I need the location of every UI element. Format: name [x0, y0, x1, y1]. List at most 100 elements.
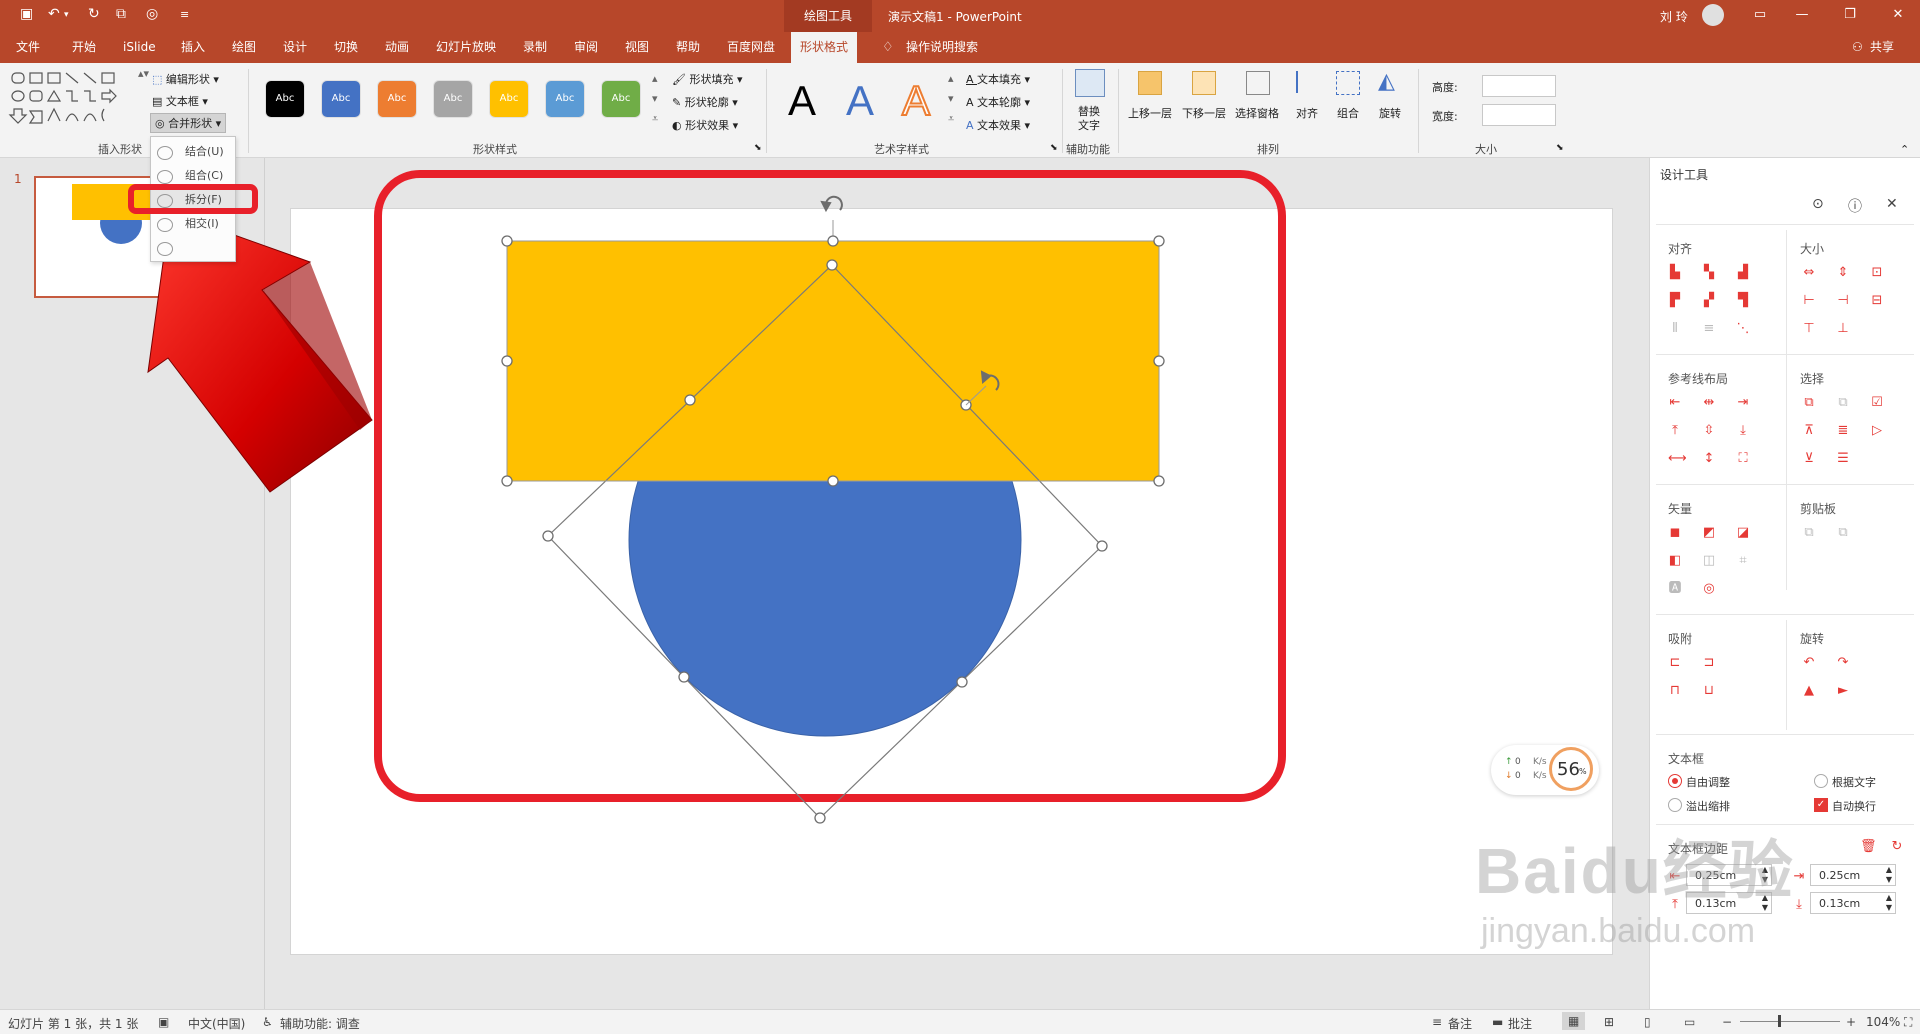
align-middle-icon[interactable]: ▞	[1702, 294, 1716, 308]
distribute-vertical-icon[interactable]: ≡	[1702, 322, 1716, 336]
stretch-bottom-icon[interactable]: ⊥	[1836, 322, 1850, 336]
watermark-url: jingyan.baidu.com	[1481, 912, 1756, 950]
overflow-radio[interactable]	[1668, 798, 1682, 812]
same-size-icon[interactable]: ⊡	[1870, 266, 1884, 280]
stretch-both-icon[interactable]: ⊟	[1870, 294, 1884, 308]
distribute-diagonal-icon[interactable]: ⋱	[1736, 322, 1750, 336]
select-stack-icon[interactable]: ☰	[1836, 452, 1850, 466]
distribute-horizontal-icon[interactable]: ⦀	[1668, 322, 1682, 336]
copy-icon[interactable]: ⧉	[1802, 526, 1816, 540]
section-select: 选择	[1800, 372, 1825, 386]
snap-right-icon[interactable]: ⊐	[1702, 656, 1716, 670]
select-layer-icon[interactable]: ≣	[1836, 424, 1850, 438]
select-similar-icon[interactable]: ⧉	[1802, 396, 1816, 410]
flip-vertical-icon[interactable]: ►	[1836, 684, 1850, 698]
accessibility-status[interactable]: 辅助功能: 调查	[280, 1015, 360, 1032]
spinner-arrows-icon[interactable]: ▲ ▼	[1886, 893, 1892, 913]
margin-bottom-input[interactable]: 0.13cm ▲ ▼	[1810, 892, 1896, 914]
guide-left-icon[interactable]: ⇤	[1668, 396, 1682, 410]
guide-top-icon[interactable]: ⤒	[1668, 424, 1682, 438]
combine-icon	[157, 170, 173, 184]
slideshow-icon[interactable]: ▭	[1684, 1015, 1695, 1029]
menu-item-subtract[interactable]	[151, 237, 235, 259]
stretch-top-icon[interactable]: ⊤	[1802, 322, 1816, 336]
snap-left-icon[interactable]: ⊏	[1668, 656, 1682, 670]
zoom-level[interactable]: 104%	[1866, 1015, 1900, 1029]
download-unit: K/s	[1533, 771, 1547, 781]
notes-icon[interactable]: ≡	[1432, 1015, 1442, 1029]
zoom-slider-thumb[interactable]	[1778, 1015, 1781, 1027]
fragment-highlight-box	[128, 184, 258, 214]
spellcheck-icon[interactable]: ▣	[158, 1015, 169, 1029]
help-icon[interactable]: ⓘ	[1848, 196, 1862, 216]
stretch-left-icon[interactable]: ⊢	[1802, 294, 1816, 308]
margin-right-input[interactable]: 0.25cm ▲ ▼	[1810, 864, 1896, 886]
vector-combine-icon[interactable]: ◫	[1702, 554, 1716, 568]
select-top-icon[interactable]: ⊼	[1802, 424, 1816, 438]
fit-text-radio[interactable]	[1814, 774, 1828, 788]
vector-intersect-icon[interactable]: ◪	[1736, 526, 1750, 540]
fit-slide-icon[interactable]: ⛶	[1904, 1015, 1912, 1030]
upload-unit: K/s	[1533, 757, 1547, 767]
same-width-icon[interactable]: ⇔	[1802, 266, 1816, 280]
normal-view-icon[interactable]: ▦	[1562, 1012, 1586, 1030]
select-same-icon[interactable]: ⧉	[1836, 396, 1850, 410]
align-bottom-icon[interactable]: ▜	[1736, 294, 1750, 308]
vector-points-icon[interactable]: ⌗	[1736, 554, 1750, 568]
vector-union-icon[interactable]: ◼	[1668, 526, 1682, 540]
section-rotate: 旋转	[1800, 632, 1825, 646]
intersect-icon	[157, 218, 173, 232]
comments-icon[interactable]: ▬	[1492, 1015, 1503, 1029]
menu-item-intersect[interactable]: 相交(I)	[151, 213, 235, 235]
align-left-icon[interactable]: ▙	[1668, 266, 1682, 280]
rotate-left-icon[interactable]: ↶	[1802, 656, 1816, 670]
delete-icon[interactable]: 🗑	[1860, 840, 1877, 854]
status-bar: 幻灯片 第 1 张，共 1 张 ▣ 中文(中国) ♿ 辅助功能: 调查 ≡ 备注…	[0, 1009, 1920, 1034]
zoom-out-icon[interactable]: −	[1722, 1015, 1732, 1029]
align-top-icon[interactable]: ▛	[1668, 294, 1682, 308]
vector-ring-icon[interactable]: ◎	[1702, 582, 1716, 596]
reset-icon[interactable]: ↻	[1890, 840, 1904, 854]
wrap-checkbox[interactable]: ✓	[1814, 798, 1828, 812]
spinner-arrows-icon[interactable]: ▲ ▼	[1886, 865, 1892, 885]
same-height-icon[interactable]: ⇕	[1836, 266, 1850, 280]
snap-top-icon[interactable]: ⊓	[1668, 684, 1682, 698]
yellow-rectangle[interactable]	[507, 241, 1159, 481]
vector-subtract-icon[interactable]: ◩	[1702, 526, 1716, 540]
autofit-radio[interactable]	[1668, 774, 1682, 788]
notes-button[interactable]: 备注	[1448, 1015, 1472, 1032]
settings-icon[interactable]: ⊙	[1812, 196, 1824, 212]
network-speed-widget[interactable]: ↑ 0 K/s ↓ 0 K/s 56 %	[1491, 745, 1599, 795]
paste-icon[interactable]: ⧉	[1836, 526, 1850, 540]
guide-bottom-icon[interactable]: ⤓	[1736, 424, 1750, 438]
vector-fragment-icon[interactable]: ◧	[1668, 554, 1682, 568]
align-right-icon[interactable]: ▟	[1736, 266, 1750, 280]
comments-button[interactable]: 批注	[1508, 1015, 1532, 1032]
watermark-brand: Baidu经验	[1475, 835, 1795, 907]
zoom-in-icon[interactable]: +	[1846, 1015, 1856, 1029]
align-center-icon[interactable]: ▚	[1702, 266, 1716, 280]
flip-horizontal-icon[interactable]: ▲	[1802, 684, 1816, 698]
snap-bottom-icon[interactable]: ⊔	[1702, 684, 1716, 698]
guide-middle-icon[interactable]: ⇳	[1702, 424, 1716, 438]
guide-right-icon[interactable]: ⇥	[1736, 396, 1750, 410]
reading-view-icon[interactable]: ▯	[1644, 1015, 1651, 1029]
guide-width-icon[interactable]: ⟷	[1668, 452, 1687, 466]
vector-text-icon[interactable]: 🅰	[1668, 582, 1682, 596]
select-check-icon[interactable]: ☑	[1870, 396, 1884, 410]
select-bottom-icon[interactable]: ⊻	[1802, 452, 1816, 466]
select-cursor-icon[interactable]: ▷	[1870, 424, 1884, 438]
menu-item-union[interactable]: 结合(U)	[151, 141, 235, 163]
rotate-right-icon[interactable]: ↷	[1836, 656, 1850, 670]
close-pane-icon[interactable]: ✕	[1886, 196, 1898, 212]
zoom-slider[interactable]	[1740, 1021, 1840, 1022]
language[interactable]: 中文(中国)	[188, 1015, 245, 1032]
slide-sorter-icon[interactable]: ⊞	[1604, 1015, 1614, 1029]
guide-center-icon[interactable]: ⇹	[1702, 396, 1716, 410]
stretch-right-icon[interactable]: ⊣	[1836, 294, 1850, 308]
guide-frame-icon[interactable]: ⛶	[1736, 452, 1750, 466]
margin-right-value: 0.25cm	[1819, 869, 1861, 882]
rotate-handle-icon[interactable]	[820, 195, 843, 213]
guide-height-icon[interactable]: ↕	[1702, 452, 1716, 466]
accessibility-icon[interactable]: ♿	[262, 1015, 273, 1029]
